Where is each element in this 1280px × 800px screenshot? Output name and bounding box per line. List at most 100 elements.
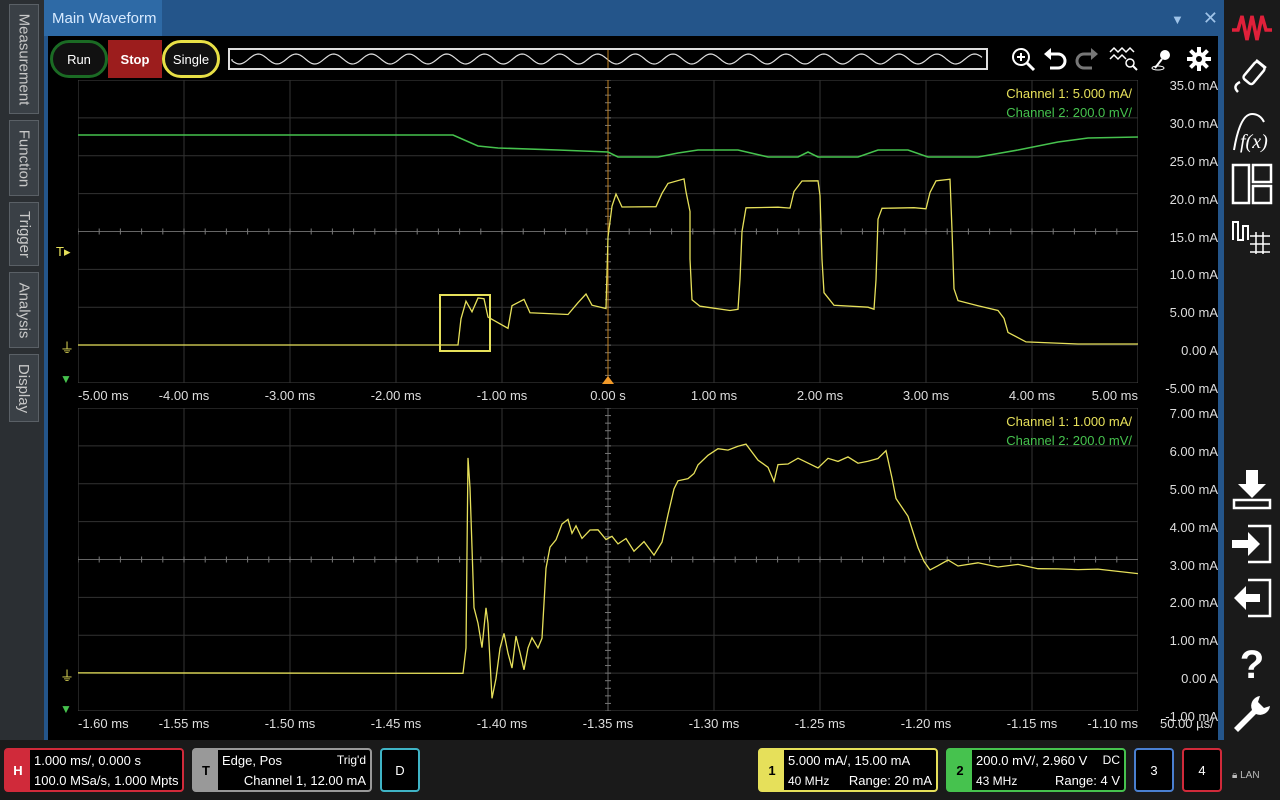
trigger-status[interactable]: T Edge, Pos Trig'd Channel 1, 12.00 mA xyxy=(192,748,372,792)
lan-label: LAN xyxy=(1240,770,1260,781)
horizontal-label: H xyxy=(6,750,30,790)
channel1-status[interactable]: 1 5.000 mA/, 15.00 mA 40 MHz Range: 20 m… xyxy=(758,748,938,792)
export-icon[interactable] xyxy=(1230,576,1274,620)
import-icon[interactable] xyxy=(1230,522,1274,566)
close-icon[interactable]: ✕ xyxy=(1203,8,1218,28)
bottom-channel1-scale: Channel 1: 1.000 mA/ xyxy=(1006,414,1132,429)
settings-icon[interactable] xyxy=(1186,46,1212,72)
tab-display[interactable]: Display xyxy=(9,354,39,422)
tab-analysis-label: Analysis xyxy=(15,282,33,338)
waveform-overview-bar[interactable] xyxy=(228,48,988,70)
probe-icon[interactable] xyxy=(1150,46,1176,72)
ch2-offset-marker[interactable]: ▼ xyxy=(60,372,72,386)
main-waveform-plot[interactable] xyxy=(77,79,1139,384)
channel2-status[interactable]: 2 200.0 mV/, 2.960 V DC 43 MHz Range: 4 … xyxy=(946,748,1126,792)
top-y-tick-label: 0.00 A xyxy=(1181,343,1218,359)
channel3-label: 3 xyxy=(1150,763,1158,778)
overview-wave xyxy=(231,50,983,68)
trigger-level-marker[interactable]: T▸ xyxy=(56,244,70,260)
bottom-x-tick-label: -1.10 ms xyxy=(1087,716,1138,731)
top-x-tick-label: 3.00 ms xyxy=(902,388,950,403)
bottom-x-tick-label: -1.30 ms xyxy=(688,716,740,731)
ch1-ground-marker[interactable]: ⏚ xyxy=(60,338,74,358)
horizontal-sample-rate: 100.0 MSa/s, 1.000 Mpts xyxy=(34,773,179,788)
top-x-tick-label: -4.00 ms xyxy=(158,388,210,403)
single-button[interactable]: Single xyxy=(162,40,220,78)
bottom-y-tick-label: 4.00 mA xyxy=(1169,519,1218,535)
top-y-tick-label: 10.0 mA xyxy=(1169,267,1218,283)
time-per-div-label: 50.00 µs/ xyxy=(1160,716,1214,731)
trigger-position-marker[interactable] xyxy=(602,376,614,384)
digital-channels-icon[interactable] xyxy=(1230,214,1274,258)
zoom-waveform-plot[interactable] xyxy=(77,407,1139,712)
top-x-tick-label: -5.00 ms xyxy=(78,388,129,403)
bottom-y-tick-label: 2.00 mA xyxy=(1169,595,1218,611)
utility-wrench-icon[interactable] xyxy=(1230,692,1274,736)
lan-status: 🔒︎ LAN xyxy=(1232,770,1260,781)
channel2-scale-offset: 200.0 mV/, 2.960 V xyxy=(976,753,1088,768)
bottom-y-tick-label: 0.00 A xyxy=(1181,671,1218,687)
tab-function-label: Function xyxy=(15,129,33,187)
tab-measurement-label: Measurement xyxy=(15,13,33,105)
tab-analysis[interactable]: Analysis xyxy=(9,272,39,348)
channel3-status[interactable]: 3 xyxy=(1134,748,1174,792)
bottom-y-tick-label: 6.00 mA xyxy=(1169,443,1218,459)
side-tab-strip: Measurement Function Trigger Analysis Di… xyxy=(0,0,44,740)
layout-icon[interactable] xyxy=(1230,162,1274,206)
tab-trigger-label: Trigger xyxy=(15,210,33,258)
channel4-status[interactable]: 4 xyxy=(1182,748,1222,792)
function-fx-icon[interactable]: f(x) xyxy=(1230,110,1274,154)
tab-display-label: Display xyxy=(15,363,33,413)
measurement-probe-icon[interactable] xyxy=(1230,56,1274,100)
bottom-x-tick-label: -1.25 ms xyxy=(794,716,846,731)
tab-trigger[interactable]: Trigger xyxy=(9,202,39,266)
top-y-tick-label: 30.0 mA xyxy=(1169,115,1218,131)
top-x-tick-label: 5.00 ms xyxy=(1091,388,1138,403)
window-controls: ▼ ✕ xyxy=(1171,8,1218,29)
top-y-tick-label: 5.00 mA xyxy=(1169,305,1218,321)
top-y-tick-label: 20.0 mA xyxy=(1169,191,1218,207)
trigger-marker-label: T xyxy=(56,244,64,259)
bottom-x-tick-label: -1.20 ms xyxy=(900,716,952,731)
run-button[interactable]: Run xyxy=(50,40,108,78)
digital-label: D xyxy=(395,763,405,778)
channel2-label: 2 xyxy=(948,750,972,790)
channel2-bandwidth: 43 MHz xyxy=(976,774,1018,788)
svg-text:f(x): f(x) xyxy=(1240,131,1268,153)
channel1-range: Range: 20 mA xyxy=(848,773,932,788)
bottom-x-tick-label: -1.35 ms xyxy=(582,716,634,731)
top-y-tick-label: 15.0 mA xyxy=(1169,229,1218,245)
horizontal-status[interactable]: H 1.000 ms/, 0.000 s 100.0 MSa/s, 1.000 … xyxy=(4,748,184,792)
zoom-ch2-offset-marker[interactable]: ▼ xyxy=(60,702,72,716)
undo-icon[interactable] xyxy=(1042,46,1068,72)
zoom-waveform-grid xyxy=(77,407,1139,712)
bottom-y-tick-label: 5.00 mA xyxy=(1169,481,1218,497)
svg-text:?: ? xyxy=(1240,643,1264,684)
trigger-label: T xyxy=(194,750,218,790)
top-x-tick-label: 1.00 ms xyxy=(690,388,738,403)
window-title-tab[interactable]: Main Waveform xyxy=(44,0,162,36)
lock-icon: 🔒︎ xyxy=(1232,770,1238,781)
digital-status[interactable]: D xyxy=(380,748,420,792)
top-channel1-scale: Channel 1: 5.000 mA/ xyxy=(1006,86,1132,101)
help-icon[interactable]: ? xyxy=(1230,640,1274,684)
top-x-tick-label: -1.00 ms xyxy=(476,388,528,403)
window-title: Main Waveform xyxy=(52,9,157,27)
tab-measurement[interactable]: Measurement xyxy=(9,4,39,114)
stop-button[interactable]: Stop xyxy=(108,40,162,78)
single-button-label: Single xyxy=(172,51,210,67)
save-icon[interactable] xyxy=(1230,468,1274,512)
zoom-ch1-ground-marker[interactable]: ⏚ xyxy=(60,666,74,686)
redo-icon[interactable] xyxy=(1074,46,1100,72)
bottom-x-tick-label: -1.45 ms xyxy=(370,716,422,731)
bottom-x-tick-label: -1.15 ms xyxy=(1006,716,1058,731)
stop-button-label: Stop xyxy=(120,51,150,67)
waveform-search-icon[interactable] xyxy=(1108,46,1138,72)
chevron-down-icon[interactable]: ▼ xyxy=(1171,12,1184,27)
bottom-y-tick-label: 3.00 mA xyxy=(1169,557,1218,573)
zoom-in-icon[interactable] xyxy=(1010,46,1036,72)
channel1-bandwidth: 40 MHz xyxy=(788,774,830,788)
bottom-x-tick-label: -1.50 ms xyxy=(264,716,316,731)
top-x-tick-label: 4.00 ms xyxy=(1008,388,1056,403)
tab-function[interactable]: Function xyxy=(9,120,39,196)
